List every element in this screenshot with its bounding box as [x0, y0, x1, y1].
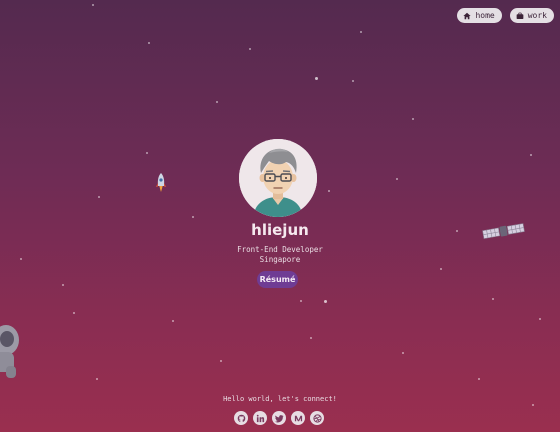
- twitter-link[interactable]: [272, 411, 286, 425]
- nav-work-button[interactable]: work: [509, 8, 554, 23]
- home-icon: [463, 12, 472, 19]
- profile-role: Front-End Developer: [237, 245, 323, 254]
- connect-text: Hello world, let's connect!: [223, 395, 337, 403]
- dribbble-icon: [312, 413, 322, 423]
- nav-work-label: work: [527, 11, 547, 20]
- nav-home-label: home: [475, 11, 495, 20]
- github-link[interactable]: [234, 411, 248, 425]
- top-nav: home work: [457, 8, 554, 23]
- twitter-icon: [274, 414, 284, 422]
- github-icon: [237, 414, 245, 422]
- social-links: [234, 411, 324, 425]
- profile-location: Singapore: [259, 255, 301, 264]
- linkedin-icon: [256, 414, 264, 422]
- rocket-icon: [155, 173, 167, 192]
- briefcase-icon: [516, 12, 524, 19]
- avatar-illustration: [239, 139, 317, 217]
- linkedin-link[interactable]: [253, 411, 267, 425]
- medium-icon: [294, 415, 302, 421]
- profile-name: hliejun: [251, 221, 309, 239]
- medium-link[interactable]: [291, 411, 305, 425]
- resume-button[interactable]: Résumé: [257, 271, 298, 288]
- avatar: [239, 139, 317, 217]
- nav-home-button[interactable]: home: [457, 8, 502, 23]
- astronaut-icon: [0, 325, 19, 378]
- dribbble-link[interactable]: [310, 411, 324, 425]
